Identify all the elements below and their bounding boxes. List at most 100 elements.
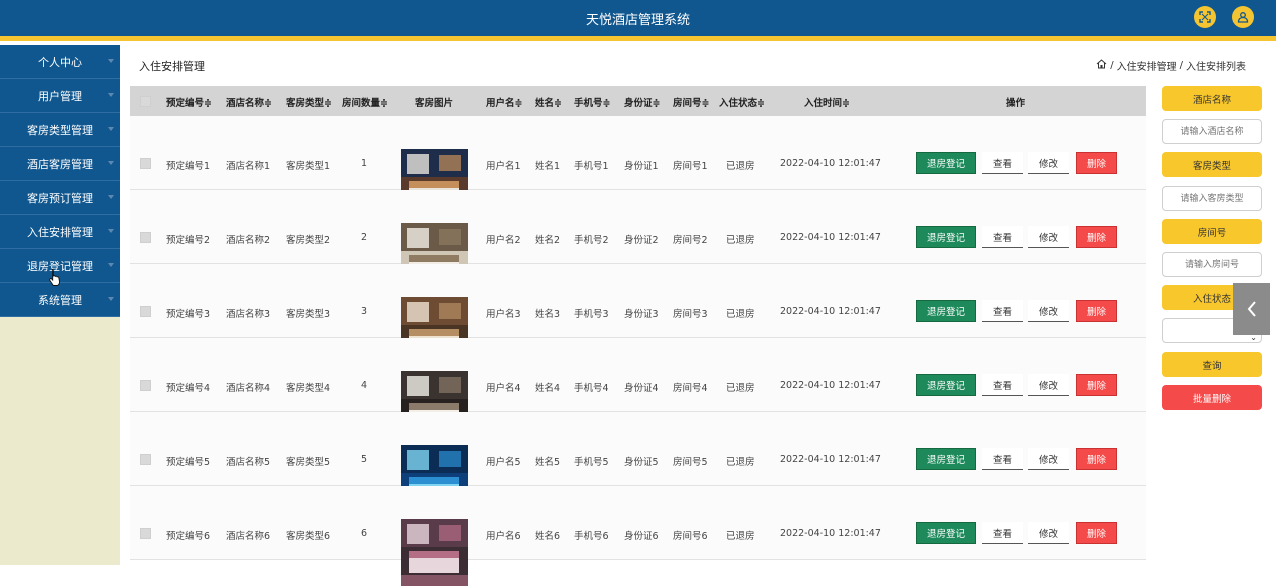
- cell-phone: 手机号4: [574, 383, 609, 394]
- checkout-button[interactable]: 退房登记: [916, 448, 976, 470]
- room-no-filter-input[interactable]: [1162, 252, 1262, 277]
- col-label: 姓名: [535, 98, 555, 109]
- delete-button[interactable]: 删除: [1076, 300, 1117, 322]
- view-button[interactable]: 查看: [982, 226, 1023, 248]
- checkout-button[interactable]: 退房登记: [916, 300, 976, 322]
- room-type-filter-input[interactable]: [1162, 186, 1262, 211]
- col-room-type[interactable]: 客房类型≑: [286, 95, 332, 109]
- col-phone[interactable]: 手机号≑: [574, 95, 610, 109]
- delete-button[interactable]: 删除: [1076, 522, 1117, 544]
- checkout-button[interactable]: 退房登记: [916, 522, 976, 544]
- col-id-card[interactable]: 身份证≑: [624, 95, 660, 109]
- col-username[interactable]: 用户名≑: [486, 95, 522, 109]
- row-checkbox[interactable]: [140, 232, 151, 243]
- sort-icon: ≑: [701, 98, 710, 109]
- view-button[interactable]: 查看: [982, 448, 1023, 470]
- view-button[interactable]: 查看: [982, 152, 1023, 174]
- col-label: 入住时间: [804, 98, 843, 109]
- col-label: 酒店名称: [226, 98, 265, 109]
- col-label: 预定编号: [166, 98, 205, 109]
- cell-booking-no: 预定编号6: [166, 531, 211, 542]
- chevron-down-icon: [108, 93, 114, 97]
- col-checkin-time[interactable]: 入住时间≑: [804, 95, 850, 109]
- app-title: 天悦酒店管理系统: [585, 13, 690, 28]
- breadcrumb-item: 入住安排列表: [1186, 62, 1246, 73]
- room-no-filter-label: 房间号: [1162, 219, 1262, 244]
- row-checkbox[interactable]: [140, 158, 151, 169]
- sort-icon: ≑: [204, 98, 212, 109]
- edit-button[interactable]: 修改: [1028, 448, 1069, 470]
- view-button[interactable]: 查看: [982, 522, 1023, 544]
- row-checkbox[interactable]: [140, 306, 151, 317]
- breadcrumb-item[interactable]: 入住安排管理: [1117, 58, 1177, 73]
- col-room-count[interactable]: 房间数量≑: [342, 95, 388, 109]
- sidebar-item-checkin-management[interactable]: 入住安排管理: [0, 215, 120, 249]
- edit-button[interactable]: 修改: [1028, 374, 1069, 396]
- cell-status: 已退房: [726, 161, 755, 172]
- col-booking-no[interactable]: 预定编号≑: [166, 95, 212, 109]
- room-image[interactable]: [401, 519, 468, 586]
- col-name[interactable]: 姓名≑: [535, 95, 562, 109]
- col-label: 客房类型: [286, 98, 325, 109]
- search-button[interactable]: 查询: [1162, 352, 1262, 377]
- checkout-button[interactable]: 退房登记: [916, 374, 976, 396]
- col-actions: 操作: [1006, 98, 1026, 109]
- edit-button[interactable]: 修改: [1028, 300, 1069, 322]
- table-row: 预定编号5 酒店名称5 客房类型5 5 用户名5 姓名5 手机号5 身份证5 房间号5 已退房 20…: [130, 412, 1146, 512]
- delete-button[interactable]: 删除: [1076, 374, 1117, 396]
- sidebar-item-room-type-management[interactable]: 客房类型管理: [0, 113, 120, 147]
- sort-icon: ≑: [380, 98, 388, 109]
- checkout-button[interactable]: 退房登记: [916, 226, 976, 248]
- row-checkbox[interactable]: [140, 380, 151, 391]
- cell-booking-no: 预定编号3: [166, 309, 211, 320]
- sidebar-item-label: 酒店客房管理: [27, 157, 93, 171]
- edit-button[interactable]: 修改: [1028, 152, 1069, 174]
- col-status[interactable]: 入住状态≑: [719, 95, 765, 109]
- cell-phone: 手机号3: [574, 309, 609, 320]
- cell-hotel-name: 酒店名称2: [226, 235, 271, 246]
- row-checkbox[interactable]: [140, 454, 151, 465]
- breadcrumb-separator: /: [1179, 60, 1183, 71]
- edit-button[interactable]: 修改: [1028, 226, 1069, 248]
- hotel-name-filter-input[interactable]: [1162, 119, 1262, 144]
- row-checkbox[interactable]: [140, 528, 151, 539]
- checkin-table: 预定编号≑ 酒店名称≑ 客房类型≑ 房间数量≑ 客房图片 用户名≑ 姓名≑ 手机…: [130, 86, 1146, 586]
- cell-username: 用户名2: [486, 235, 521, 246]
- view-button[interactable]: 查看: [982, 300, 1023, 322]
- checkout-button[interactable]: 退房登记: [916, 152, 976, 174]
- cell-status: 已退房: [726, 235, 755, 246]
- col-room-image: 客房图片: [415, 98, 454, 109]
- delete-button[interactable]: 删除: [1076, 448, 1117, 470]
- batch-delete-button[interactable]: 批量删除: [1162, 385, 1262, 410]
- cell-username: 用户名6: [486, 531, 521, 542]
- fullscreen-icon[interactable]: [1194, 6, 1216, 28]
- cell-room-no: 房间号4: [673, 383, 708, 394]
- chevron-down-icon: [108, 263, 114, 267]
- edit-button[interactable]: 修改: [1028, 522, 1069, 544]
- cell-name: 姓名5: [535, 457, 561, 468]
- chevron-down-icon: [108, 161, 114, 165]
- home-icon[interactable]: [1096, 59, 1107, 72]
- view-button[interactable]: 查看: [982, 374, 1023, 396]
- cell-name: 姓名3: [535, 309, 561, 320]
- cell-room-type: 客房类型4: [286, 383, 331, 394]
- collapse-panel-button[interactable]: [1233, 283, 1270, 335]
- cell-id-card: 身份证2: [624, 235, 659, 246]
- sidebar-item-hotel-room-management[interactable]: 酒店客房管理: [0, 147, 120, 181]
- sidebar-item-label: 客房预订管理: [27, 191, 93, 205]
- cell-checkin-time: 2022-04-10 12:01:47: [780, 380, 881, 391]
- sidebar-item-user-management[interactable]: 用户管理: [0, 79, 120, 113]
- sidebar-item-room-booking-management[interactable]: 客房预订管理: [0, 181, 120, 215]
- select-all-checkbox[interactable]: [140, 96, 151, 107]
- delete-button[interactable]: 删除: [1076, 226, 1117, 248]
- cell-room-type: 客房类型6: [286, 531, 331, 542]
- user-icon[interactable]: [1232, 6, 1254, 28]
- sidebar: 个人中心 用户管理 客房类型管理 酒店客房管理 客房预订管理 入住安排管理 退房…: [0, 45, 120, 565]
- cell-checkin-time: 2022-04-10 12:01:47: [780, 158, 881, 169]
- col-hotel-name[interactable]: 酒店名称≑: [226, 95, 272, 109]
- cell-hotel-name: 酒店名称1: [226, 161, 271, 172]
- delete-button[interactable]: 删除: [1076, 152, 1117, 174]
- col-room-no[interactable]: 房间号≑: [673, 95, 709, 109]
- cell-room-type: 客房类型5: [286, 457, 331, 468]
- sidebar-item-personal-center[interactable]: 个人中心: [0, 45, 120, 79]
